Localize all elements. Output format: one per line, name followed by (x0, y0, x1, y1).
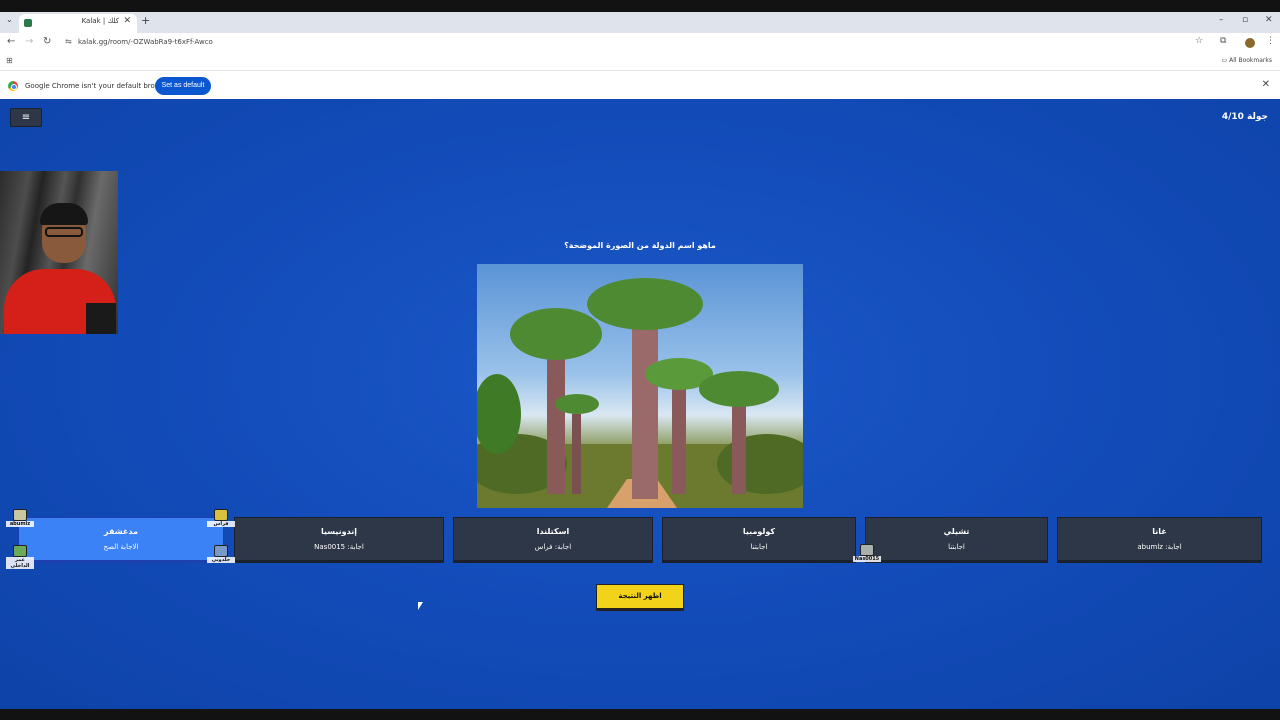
player-avatar: خلدوني (207, 545, 235, 563)
window-close-button[interactable]: ✕ (1265, 15, 1273, 25)
answer-by: اجابتنا (948, 543, 965, 551)
answer-option[interactable]: غانا اجابة: abumlz (1057, 517, 1262, 563)
site-info-icon[interactable]: ⇋ (65, 37, 72, 46)
webcam-hair (40, 203, 88, 225)
avatar-icon (13, 545, 27, 557)
webcam-glasses (45, 227, 83, 237)
all-bookmarks-label: All Bookmarks (1229, 57, 1272, 64)
player-avatar: فراس (207, 509, 235, 527)
answer-name: كولومبيا (742, 527, 776, 536)
tab-title: Kalak | كلك (81, 17, 119, 25)
maximize-button[interactable]: ▫ (1242, 15, 1248, 25)
answer-option[interactable]: اسكتلندا اجابة: فراس (453, 517, 653, 563)
avatar-icon (214, 509, 228, 521)
site-favicon-icon (24, 19, 32, 27)
bookmark-star-icon[interactable]: ☆ (1195, 36, 1203, 46)
avatar-label: abumlz (6, 521, 34, 527)
answer-options: مدغشقر الاجابة الصح إندونيسيا اجابة: Nas… (0, 509, 1280, 569)
bookmarks-bar: ⊞ ▭ All Bookmarks (0, 53, 1280, 70)
browser-tab-strip: ⌄ Kalak | كلك ✕ + – ▫ ✕ (0, 12, 1280, 33)
answer-name: غانا (1152, 527, 1167, 536)
answer-name: إندونيسيا (320, 527, 358, 536)
infobar-close-icon[interactable]: ✕ (1262, 79, 1270, 90)
infobar-message: Google Chrome isn't your default browser (25, 82, 172, 90)
answer-by: اجابة: فراس (534, 543, 572, 551)
avatar-label: فراس (207, 521, 235, 527)
hamburger-icon: ≡ (21, 112, 31, 123)
answer-name: اسكتلندا (536, 527, 570, 536)
browser-tab[interactable]: Kalak | كلك ✕ (19, 14, 137, 33)
player-avatar: abumlz (6, 509, 34, 527)
new-tab-button[interactable]: + (141, 14, 150, 27)
browser-toolbar: ← → ↻ ⇋ kalak.gg/room/-OZWabRa9-t6xFf-Aw… (0, 33, 1280, 53)
address-bar[interactable]: ⇋ kalak.gg/room/-OZWabRa9-t6xFf-Awco (60, 35, 1210, 51)
avatar-icon (214, 545, 228, 557)
question-text: ماهو اسم الدولة من الصورة الموضحة؟ (564, 241, 716, 250)
back-button[interactable]: ← (7, 36, 15, 47)
answer-by: اجابة: Nas0015 (314, 543, 364, 551)
answer-name: تشيلي (943, 527, 970, 536)
forward-button[interactable]: → (25, 36, 33, 47)
answer-option[interactable]: إندونيسيا اجابة: Nas0015 (234, 517, 444, 563)
answer-by: الاجابة الصح (103, 543, 139, 551)
webcam-overlay (0, 171, 118, 334)
browser-menu-icon[interactable]: ⋮ (1266, 36, 1275, 46)
chrome-logo-icon (8, 81, 18, 91)
url-text[interactable]: kalak.gg/room/-OZWabRa9-t6xFf-Awco (78, 38, 213, 46)
answer-by: اجابة: abumlz (1137, 543, 1182, 551)
webcam-microphone (86, 303, 116, 334)
answer-option[interactable]: كولومبيا اجابتنا (662, 517, 856, 563)
answer-by: اجابتنا (750, 543, 768, 551)
avatar-label: Nas0015 (853, 556, 881, 562)
minimize-button[interactable]: – (1219, 15, 1224, 25)
answer-name: مدغشقر (104, 527, 138, 536)
player-avatar: Nas0015 (853, 544, 881, 562)
bookmark-folder-icon: ▭ (1221, 57, 1228, 64)
os-bottom-bar (0, 709, 1280, 720)
os-top-bar (0, 0, 1280, 12)
avatar-icon (13, 509, 27, 521)
extensions-icon[interactable]: ⧉ (1220, 36, 1226, 46)
round-counter: جولة 4/10 (1221, 112, 1268, 122)
show-result-button[interactable]: اظهر النتيجة (596, 584, 684, 611)
set-as-default-button[interactable]: Set as default (155, 77, 211, 95)
mouse-cursor-icon (418, 602, 423, 610)
answer-option-correct[interactable]: مدغشقر الاجابة الصح (18, 517, 224, 563)
player-avatar: عمر الداخلي (6, 545, 34, 569)
default-browser-infobar: Google Chrome isn't your default browser… (0, 70, 1280, 99)
avatar-label: عمر الداخلي (6, 557, 34, 569)
game-menu-button[interactable]: ≡ (10, 108, 42, 127)
question-image (477, 264, 803, 508)
profile-avatar[interactable] (1245, 38, 1255, 48)
apps-grid-icon[interactable]: ⊞ (6, 56, 13, 65)
avatar-icon (860, 544, 874, 556)
game-area: ≡ جولة 4/10 ماهو اسم الدولة من الصورة ال… (0, 99, 1280, 709)
baobab-trees-image (477, 278, 803, 508)
reload-button[interactable]: ↻ (43, 36, 51, 47)
tab-search-icon[interactable]: ⌄ (6, 15, 13, 24)
tab-close-icon[interactable]: ✕ (123, 16, 131, 26)
avatar-label: خلدوني (207, 557, 235, 563)
answer-option[interactable]: تشيلي اجابتنا (865, 517, 1048, 563)
all-bookmarks-button[interactable]: ▭ All Bookmarks (1222, 57, 1272, 64)
